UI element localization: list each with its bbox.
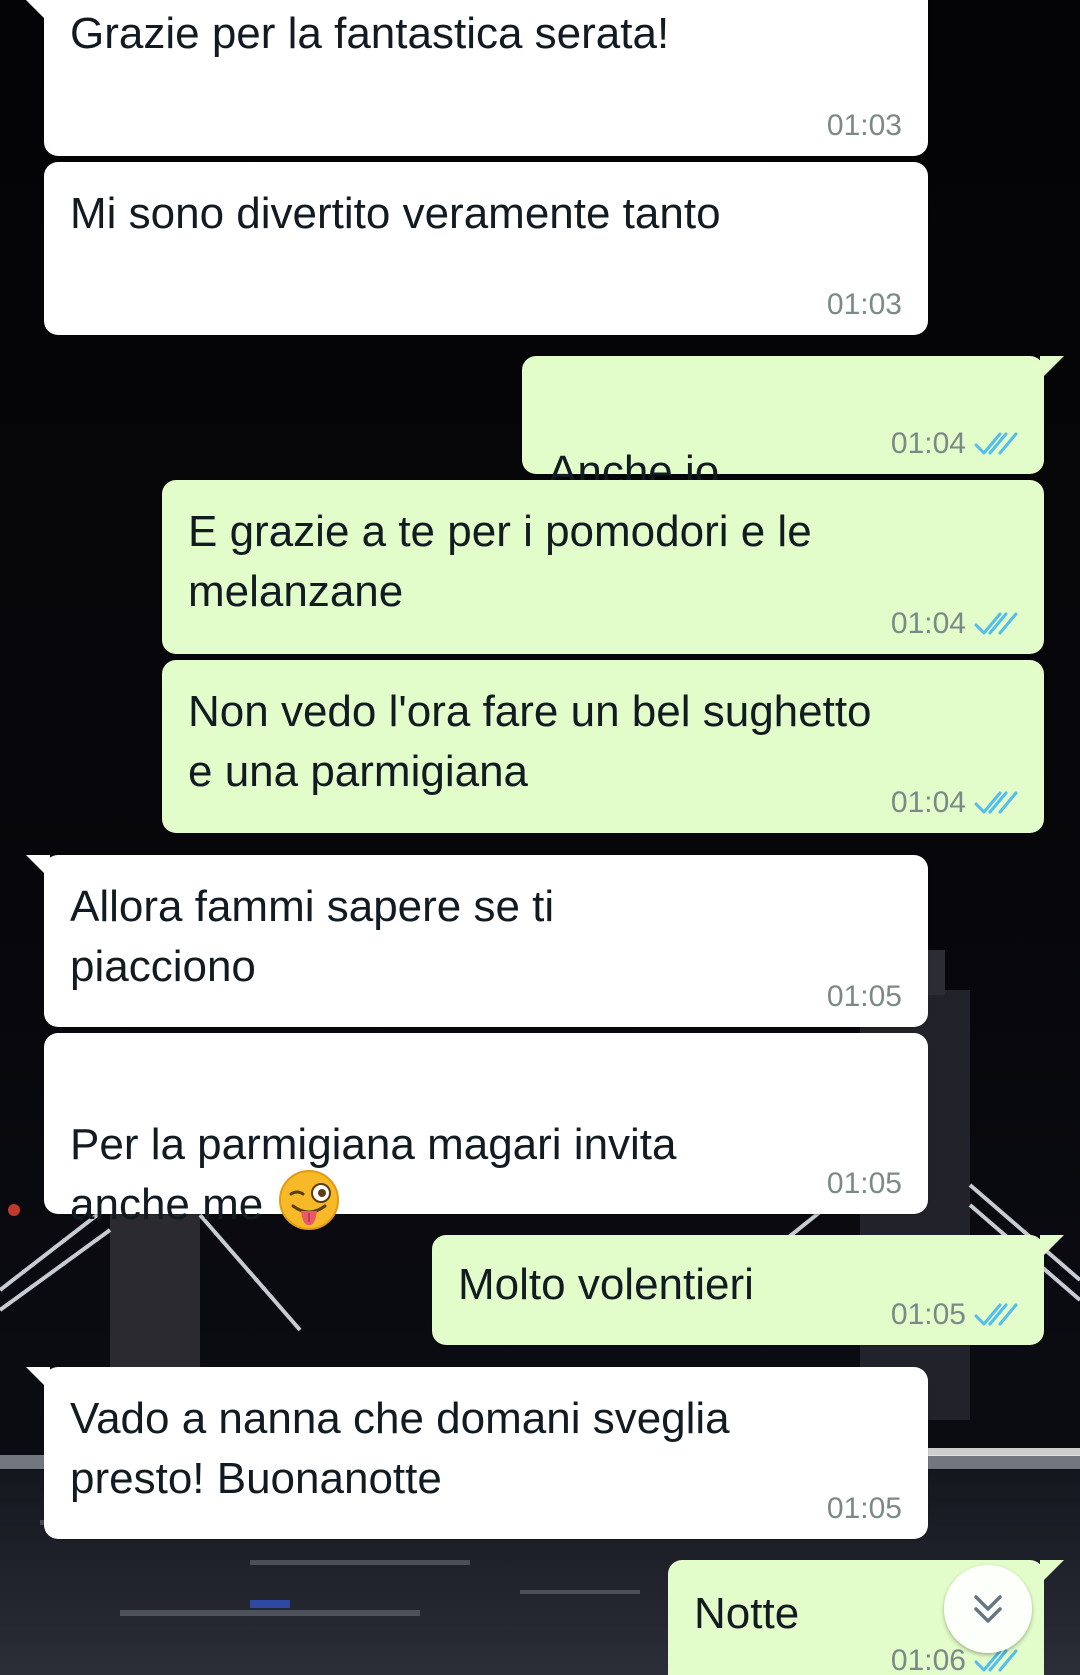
scroll-to-bottom-button[interactable] (944, 1565, 1032, 1653)
message-meta: 01:05 (827, 1491, 902, 1527)
read-double-check-icon (974, 432, 1018, 455)
message-bubble-incoming[interactable]: Mi sono divertito veramente tanto 01:03 (44, 162, 928, 335)
message-bubble-incoming[interactable]: Allora fammi sapere se ti piacciono 01:0… (26, 855, 928, 1027)
message-text: Grazie per la fantastica serata! (70, 9, 670, 58)
message-meta: 01:04 (891, 606, 1018, 642)
bubble-tail (1040, 1235, 1064, 1259)
message-text: Non vedo l'ora fare un bel sughetto e un… (188, 687, 872, 796)
message-text-content: Per la parmigiana magari invita anche me (70, 1120, 677, 1229)
message-time: 01:03 (826, 109, 902, 142)
message-time: 01:03 (826, 288, 902, 321)
message-meta: 01:04 (891, 426, 1018, 462)
read-double-check-icon (974, 1303, 1018, 1326)
message-text: Mi sono divertito veramente tanto (70, 189, 721, 238)
bubble-tail (1040, 356, 1064, 380)
read-double-check-icon (974, 612, 1018, 635)
message-text: Per la parmigiana magari invita anche me (70, 1055, 677, 1235)
message-text: E grazie a te per i pomodori e le melanz… (188, 507, 812, 616)
message-time: 01:05 (826, 1167, 902, 1200)
winking-face-with-tongue-emoji (279, 1170, 340, 1231)
message-bubble-outgoing[interactable]: Molto volentieri 01:05 (432, 1235, 1064, 1345)
double-chevron-down-icon (974, 1595, 1002, 1623)
message-time: 01:05 (826, 980, 902, 1013)
message-bubble-incoming[interactable]: Grazie per la fantastica serata! 01:03 (26, 0, 928, 156)
message-bubble-outgoing[interactable]: E grazie a te per i pomodori e le melanz… (162, 480, 1044, 654)
message-bubble-incoming[interactable]: Vado a nanna che domani sveglia presto! … (26, 1367, 928, 1539)
message-time: 01:04 (890, 607, 966, 640)
message-meta: 01:05 (827, 979, 902, 1015)
message-meta: 01:03 (827, 287, 902, 323)
message-time: 01:05 (890, 1298, 966, 1331)
message-meta: 01:05 (827, 1166, 902, 1202)
message-bubble-outgoing[interactable]: Anche io 01:04 (522, 356, 1064, 561)
message-bubble-outgoing[interactable]: Non vedo l'ora fare un bel sughetto e un… (162, 660, 1044, 833)
message-time: 01:06 (890, 1644, 966, 1675)
message-time: 01:04 (890, 427, 966, 460)
bubble-tail (1040, 1560, 1064, 1584)
message-text: Allora fammi sapere se ti piacciono (70, 882, 555, 991)
message-time: 01:04 (890, 786, 966, 819)
chat-screen: Grazie per la fantastica serata! 01:03 M… (0, 0, 1080, 1675)
bubble-tail (26, 0, 50, 24)
message-text: Molto volentieri (458, 1260, 754, 1309)
message-text: Notte (694, 1589, 800, 1638)
message-meta: 01:04 (891, 785, 1018, 821)
message-bubble-incoming[interactable]: Per la parmigiana magari invita anche me… (44, 1033, 928, 1231)
message-meta: 01:05 (891, 1297, 1018, 1333)
read-double-check-icon (974, 791, 1018, 814)
bubble-tail (26, 855, 50, 879)
bubble-tail (26, 1367, 50, 1391)
message-meta: 01:03 (827, 108, 902, 144)
message-time: 01:05 (826, 1492, 902, 1525)
message-text: Vado a nanna che domani sveglia presto! … (70, 1394, 730, 1503)
